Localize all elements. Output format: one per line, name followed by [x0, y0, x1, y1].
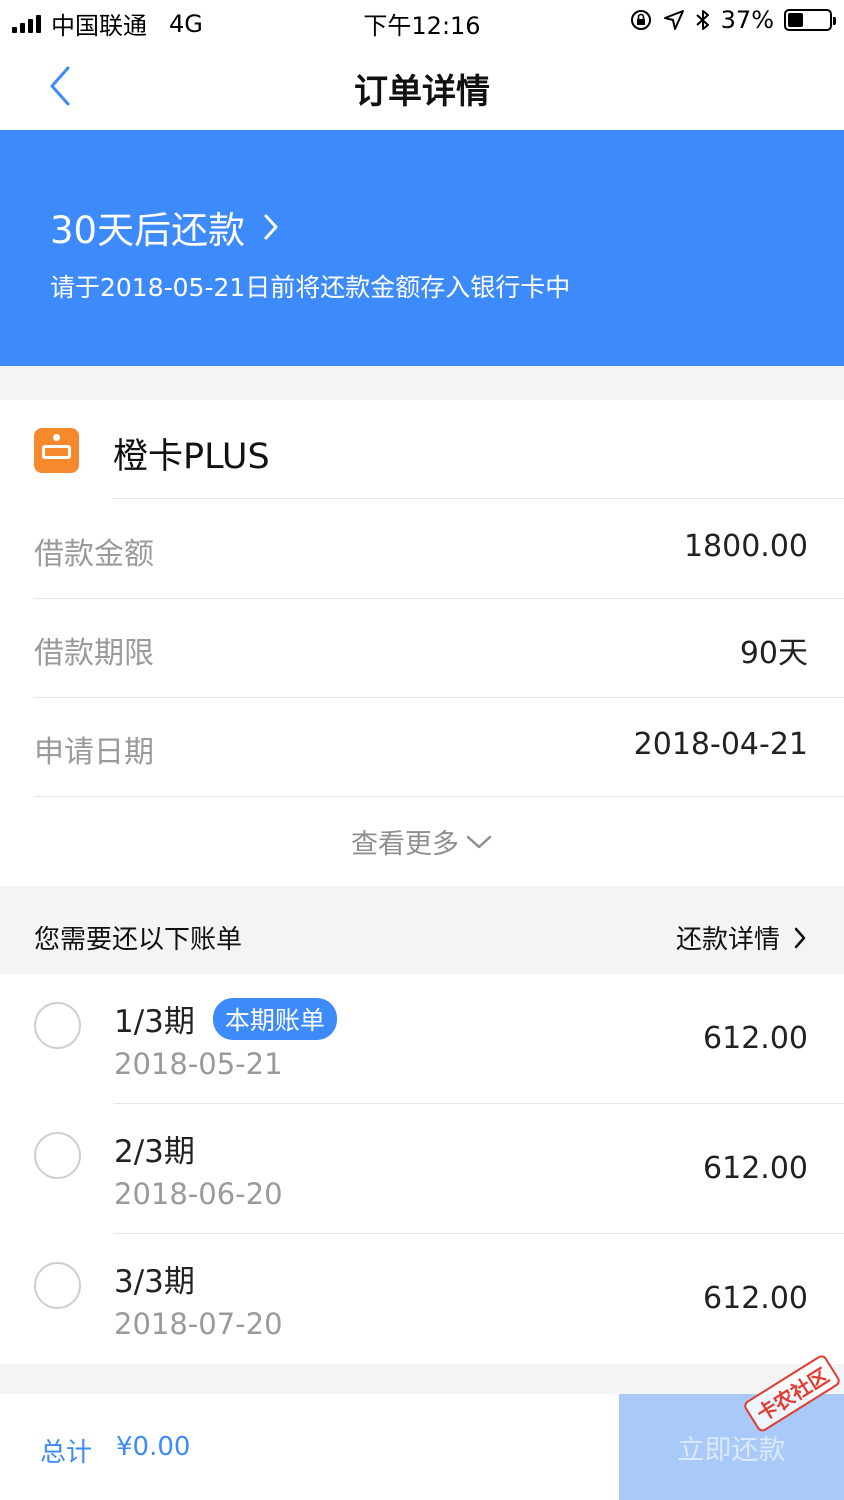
battery-fill: [788, 13, 803, 27]
bill-period-row: 2/3期: [114, 1126, 195, 1171]
detail-value: 90天: [739, 636, 808, 671]
chevron-right-icon: [794, 927, 806, 948]
bill-amount: 612.00: [703, 1021, 808, 1056]
page-title: 订单详情: [354, 72, 490, 112]
order-card: 橙卡PLUS 借款金额 1800.00 借款期限 90天 申请日期 2018-0…: [0, 400, 844, 886]
product-name: 橙卡PLUS: [113, 437, 270, 477]
nav-bar: 订单详情: [0, 44, 844, 130]
bill-item[interactable]: 2/3期 2018-06-20 612.00: [0, 1104, 844, 1234]
view-more-label: 查看更多: [351, 829, 459, 860]
bill-checkbox[interactable]: [34, 1002, 81, 1049]
bills-header: 您需要还以下账单 还款详情: [0, 886, 844, 974]
bill-item[interactable]: 1/3期 本期账单 2018-05-21 612.00: [0, 974, 844, 1104]
repayment-banner[interactable]: 30天后还款 请于2018-05-21日前将还款金额存入银行卡中: [0, 130, 844, 366]
bills-title: 您需要还以下账单: [34, 925, 243, 955]
detail-value: 2018-04-21: [633, 727, 808, 762]
bluetooth-icon: [695, 10, 709, 30]
detail-label: 申请日期: [34, 735, 154, 770]
bill-date: 2018-05-21: [114, 1047, 283, 1081]
location-icon: [663, 10, 684, 30]
bills-list: 1/3期 本期账单 2018-05-21 612.00 2/3期 2018-06…: [0, 974, 844, 1364]
repayment-detail-label: 还款详情: [675, 925, 780, 955]
bill-date: 2018-06-20: [114, 1177, 283, 1211]
product-row: 橙卡PLUS: [0, 400, 844, 499]
detail-value: 1800.00: [683, 529, 808, 564]
total-label: 总计: [40, 1438, 93, 1468]
repayment-detail-link[interactable]: 还款详情: [676, 919, 806, 956]
current-bill-badge: 本期账单: [212, 997, 337, 1040]
bill-checkbox[interactable]: [34, 1262, 81, 1309]
bill-amount: 612.00: [703, 1151, 808, 1186]
detail-label: 借款金额: [34, 537, 154, 572]
view-more-button[interactable]: 查看更多: [0, 797, 844, 886]
chevron-right-icon: [264, 214, 278, 240]
total-value: ¥0.00: [116, 1432, 191, 1462]
banner-title: 30天后还款: [50, 209, 246, 252]
pay-now-button[interactable]: 立即还款: [619, 1394, 844, 1500]
status-bar: 中国联通 4G 下午12:16 37%: [0, 0, 844, 44]
detail-label: 借款期限: [34, 636, 154, 671]
detail-row-loan-amount: 借款金额 1800.00: [0, 499, 844, 598]
battery-percent: 37%: [720, 6, 774, 34]
banner-subtitle: 请于2018-05-21日前将还款金额存入银行卡中: [50, 273, 571, 302]
bill-period: 3/3期: [114, 1264, 195, 1300]
chevron-down-icon: [466, 835, 492, 848]
rotation-lock-icon: [630, 10, 651, 30]
battery-icon: [784, 9, 836, 31]
detail-row-loan-term: 借款期限 90天: [0, 598, 844, 697]
bill-date: 2018-07-20: [114, 1307, 283, 1341]
bill-period-row: 1/3期 本期账单: [114, 996, 337, 1041]
banner-title-row[interactable]: 30天后还款: [50, 200, 279, 254]
bill-amount: 612.00: [703, 1281, 808, 1316]
card-icon: [34, 428, 79, 473]
bill-checkbox[interactable]: [34, 1132, 81, 1179]
bill-period: 1/3期: [114, 1004, 195, 1040]
bill-item[interactable]: 3/3期 2018-07-20 612.00: [0, 1234, 844, 1364]
bottom-bar: 总计 ¥0.00 立即还款: [0, 1394, 844, 1500]
detail-row-apply-date: 申请日期 2018-04-21: [0, 697, 844, 796]
status-right: 37%: [629, 6, 836, 34]
bill-period-row: 3/3期: [114, 1256, 195, 1301]
bill-period: 2/3期: [114, 1134, 195, 1170]
